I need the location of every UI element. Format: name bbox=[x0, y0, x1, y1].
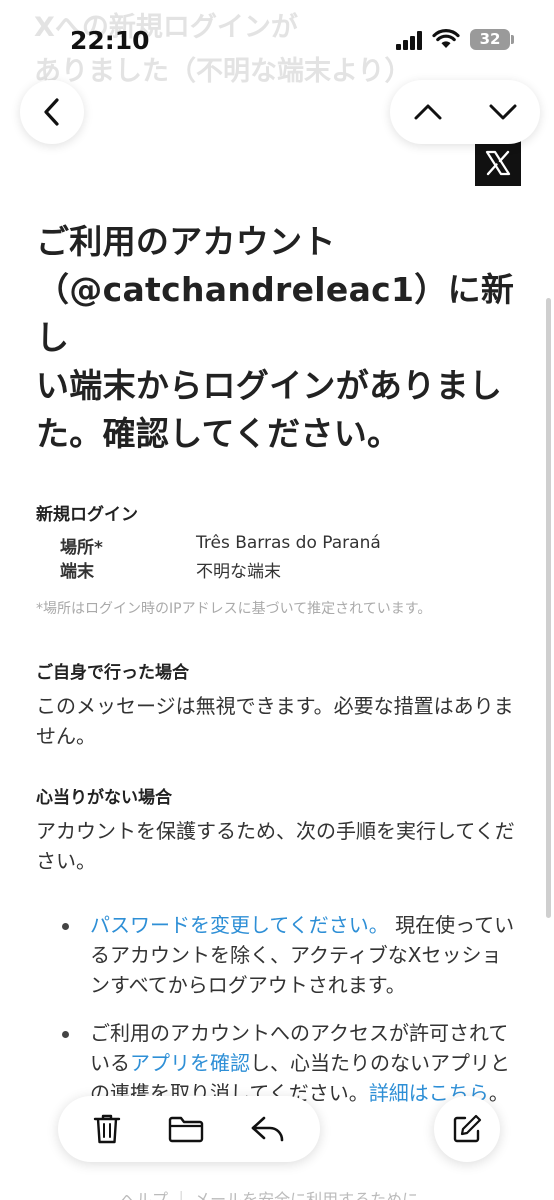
move-to-folder-button[interactable] bbox=[167, 1114, 205, 1144]
list-item: ご利用のアカウントへのアクセスが許可されているアプリを確認し、心当たりのないアプ… bbox=[56, 1018, 516, 1108]
location-value: Três Barras do Paraná bbox=[196, 533, 381, 553]
headline-line: ご利用のアカウント bbox=[36, 222, 336, 261]
reply-button[interactable] bbox=[250, 1114, 286, 1144]
compose-button[interactable] bbox=[434, 1096, 500, 1162]
delete-button[interactable] bbox=[92, 1112, 122, 1146]
battery-icon: 32 bbox=[470, 29, 510, 50]
email-body: ご利用のアカウント （@catchandreleac1）に新し い端末からログイ… bbox=[36, 218, 516, 1126]
device-value: 不明な端末 bbox=[196, 562, 281, 582]
previous-message-button[interactable] bbox=[390, 80, 465, 144]
wifi-icon bbox=[432, 28, 460, 50]
location-label: 場所* bbox=[60, 538, 103, 558]
if-not-you-body: アカウントを保護するため、次の手順を実行してください。 bbox=[36, 819, 515, 873]
next-message-button[interactable] bbox=[465, 80, 540, 144]
change-password-link[interactable]: パスワードを変更してください。 bbox=[90, 913, 389, 937]
chevron-left-icon bbox=[44, 98, 59, 126]
bullet-dot bbox=[62, 923, 69, 930]
steps-list: パスワードを変更してください。 現在使っているアカウントを除く、アクティブなXセ… bbox=[56, 910, 516, 1108]
location-note: *場所はログイン時のIPアドレスに基づいて推定されています。 bbox=[36, 601, 432, 617]
headline-line: い端末からログインがありまし bbox=[36, 366, 503, 405]
reply-icon bbox=[251, 1116, 283, 1142]
list-item: パスワードを変更してください。 現在使っているアカウントを除く、アクティブなXセ… bbox=[56, 910, 516, 1000]
action-group bbox=[58, 1096, 320, 1162]
compose-icon bbox=[453, 1114, 482, 1143]
back-button[interactable] bbox=[20, 80, 84, 144]
headline-line: （@catchandreleac1）に新し bbox=[36, 270, 515, 357]
new-login-title: 新規ログイン bbox=[36, 505, 138, 525]
status-time: 22:10 bbox=[70, 26, 150, 55]
battery-cap bbox=[511, 35, 514, 44]
device-row: 端末 不明な端末 bbox=[36, 557, 516, 582]
check-apps-link[interactable]: アプリを確認 bbox=[130, 1051, 250, 1075]
bottom-toolbar bbox=[20, 1096, 534, 1162]
scrollbar[interactable] bbox=[546, 298, 551, 918]
headline: ご利用のアカウント （@catchandreleac1）に新し い端末からログイ… bbox=[36, 218, 516, 458]
location-row: 場所* Três Barras do Paraná bbox=[36, 533, 516, 558]
chevron-up-icon bbox=[414, 104, 441, 120]
chevron-down-icon bbox=[489, 104, 516, 120]
trash-icon bbox=[94, 1114, 121, 1144]
device-label: 端末 bbox=[60, 562, 94, 582]
status-bar: 22:10 32 bbox=[0, 0, 554, 80]
if-not-you-title: 心当りがない場合 bbox=[36, 788, 172, 808]
footer-links: ヘルプ ｜ メールを安全に利用するために bbox=[120, 1190, 419, 1200]
headline-line: た。確認してください。 bbox=[36, 414, 401, 453]
if-you-title: ご自身で行った場合 bbox=[36, 663, 189, 683]
folder-icon bbox=[168, 1116, 204, 1143]
if-you-body: このメッセージは無視できます。必要な措置はありません。 bbox=[36, 694, 514, 748]
x-logo-icon bbox=[475, 140, 521, 186]
message-nav-group bbox=[390, 80, 540, 144]
bullet-dot bbox=[62, 1031, 69, 1038]
cellular-signal-icon bbox=[396, 30, 424, 50]
